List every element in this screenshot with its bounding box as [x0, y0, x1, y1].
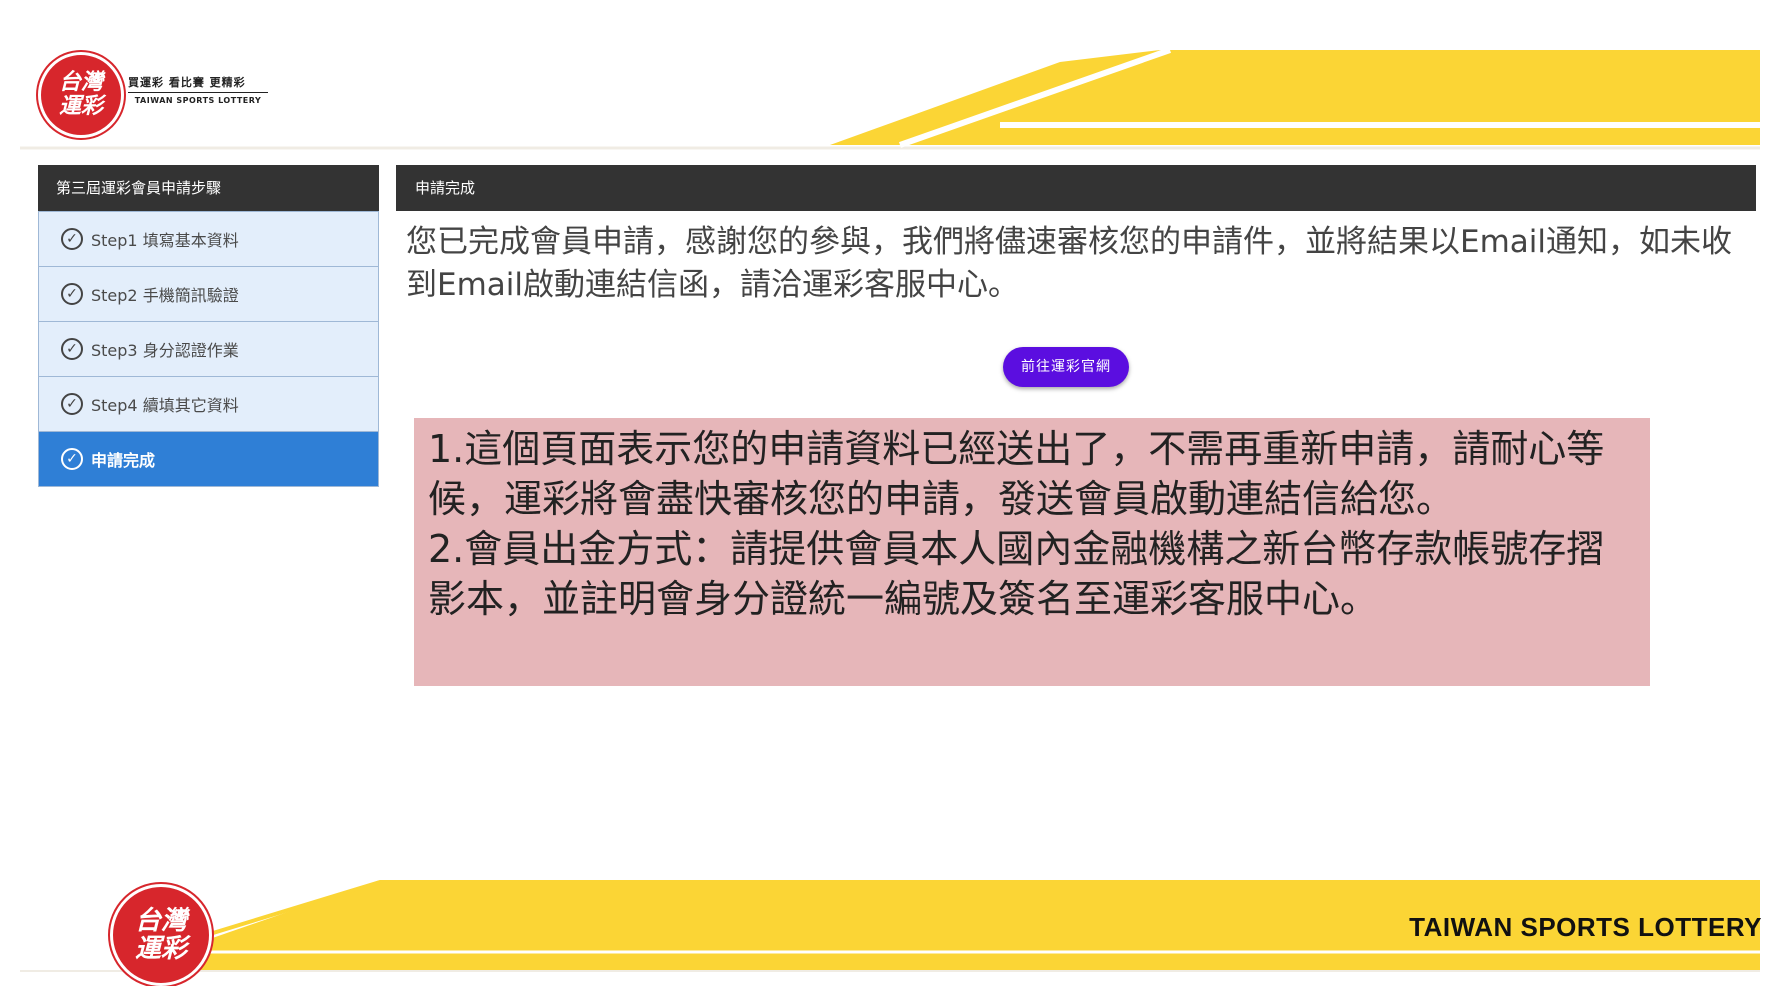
notice-line-1: 1.這個頁面表示您的申請資料已經送出了，不需再重新申請，請耐心等候，運彩將會盡快…	[428, 427, 1605, 521]
notice-box: 1.這個頁面表示您的申請資料已經送出了，不需再重新申請，請耐心等候，運彩將會盡快…	[414, 418, 1650, 686]
step-item-complete: ✓ 申請完成	[39, 431, 378, 486]
page-title: 申請完成	[396, 165, 1756, 211]
footer-logo-text-line2: 運彩	[134, 934, 187, 964]
footer-brand-name: TAIWAN SPORTS LOTTERY	[1409, 912, 1762, 942]
step-item-1: ✓ Step1 填寫基本資料	[39, 211, 378, 266]
step-label: Step1 填寫基本資料	[91, 231, 239, 250]
check-circle-icon: ✓	[61, 338, 83, 360]
page-footer: 台灣 運彩 TAIWAN SPORTS LOTTERY	[0, 870, 1772, 986]
page-header: 台灣 運彩 買運彩 看比賽 更精彩 TAIWAN SPORTS LOTTERY	[0, 0, 1772, 150]
sidebar-title: 第三屆運彩會員申請步驟	[38, 165, 379, 211]
completion-message: 您已完成會員申請，感謝您的參與，我們將儘速審核您的申請件，並將結果以Email通…	[406, 224, 1733, 303]
logo-english-name: TAIWAN SPORTS LOTTERY	[128, 92, 268, 105]
main-content: 申請完成 您已完成會員申請，感謝您的參與，我們將儘速審核您的申請件，並將結果以E…	[396, 165, 1756, 387]
logo-slogan: 買運彩 看比賽 更精彩	[128, 76, 246, 89]
step-label: Step4 續填其它資料	[91, 396, 239, 415]
logo-icon[interactable]: 台灣 運彩	[38, 52, 124, 138]
footer-logo-text-line1: 台灣	[134, 906, 187, 936]
check-circle-icon: ✓	[61, 228, 83, 250]
go-to-official-site-button[interactable]: 前往運彩官網	[1003, 347, 1129, 387]
header-decoration	[20, 47, 1760, 150]
step-item-2: ✓ Step2 手機簡訊驗證	[39, 266, 378, 321]
check-circle-icon: ✓	[61, 393, 83, 415]
step-label: Step2 手機簡訊驗證	[91, 286, 239, 305]
step-label: 申請完成	[91, 451, 156, 470]
footer-logo-icon: 台灣 運彩	[110, 884, 212, 986]
step-list: ✓ Step1 填寫基本資料 ✓ Step2 手機簡訊驗證 ✓ Step3 身分…	[38, 211, 379, 487]
check-circle-icon: ✓	[61, 448, 83, 470]
step-label: Step3 身分認證作業	[91, 341, 239, 360]
notice-line-2: 2.會員出金方式：請提供會員本人國內金融機構之新台幣存款帳號存摺影本，並註明會身…	[428, 527, 1605, 621]
step-item-4: ✓ Step4 續填其它資料	[39, 376, 378, 431]
logo-text-line1: 台灣	[58, 70, 103, 95]
logo-text-line2: 運彩	[58, 94, 103, 119]
check-circle-icon: ✓	[61, 283, 83, 305]
sidebar: 第三屆運彩會員申請步驟 ✓ Step1 填寫基本資料 ✓ Step2 手機簡訊驗…	[38, 165, 379, 487]
button-container: 前往運彩官網	[396, 347, 1736, 387]
step-item-3: ✓ Step3 身分認證作業	[39, 321, 378, 376]
